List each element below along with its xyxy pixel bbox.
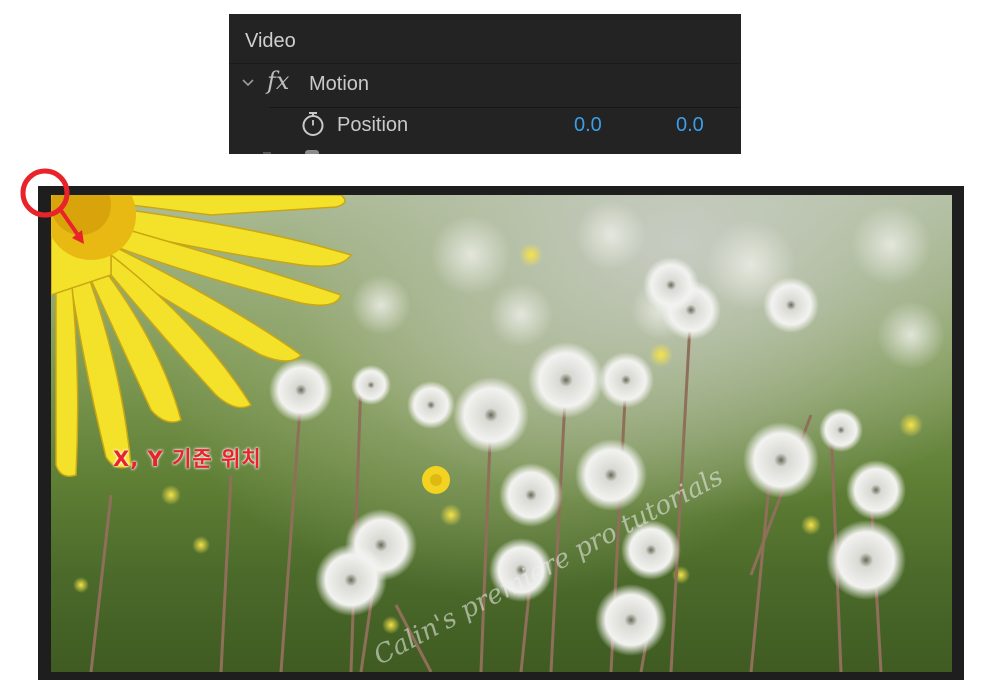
chevron-right-icon[interactable] [263, 152, 271, 154]
position-label: Position [337, 114, 409, 136]
motion-effect-row[interactable]: fx Motion [229, 63, 741, 108]
effect-controls-panel: Video fx Motion Position 0.0 0.0 [229, 14, 741, 154]
reference-position-annotation: X, Y 기준 위치 [113, 447, 262, 471]
video-section-title: Video [245, 30, 296, 52]
video-frame: X, Y 기준 위치 Calin's premiere pro tutorial… [51, 195, 952, 672]
program-monitor: X, Y 기준 위치 Calin's premiere pro tutorial… [38, 186, 964, 680]
next-property-row [229, 150, 741, 154]
position-property-row: Position 0.0 0.0 [229, 108, 741, 148]
position-x-value[interactable]: 0.0 [574, 114, 602, 137]
origin-marker-icon [20, 168, 84, 244]
stopwatch-icon[interactable] [305, 150, 319, 154]
position-y-value[interactable]: 0.0 [676, 114, 704, 137]
chevron-down-icon[interactable] [241, 76, 255, 90]
fx-icon[interactable]: fx [267, 67, 289, 95]
stopwatch-icon[interactable] [299, 110, 327, 138]
motion-label: Motion [309, 73, 370, 95]
